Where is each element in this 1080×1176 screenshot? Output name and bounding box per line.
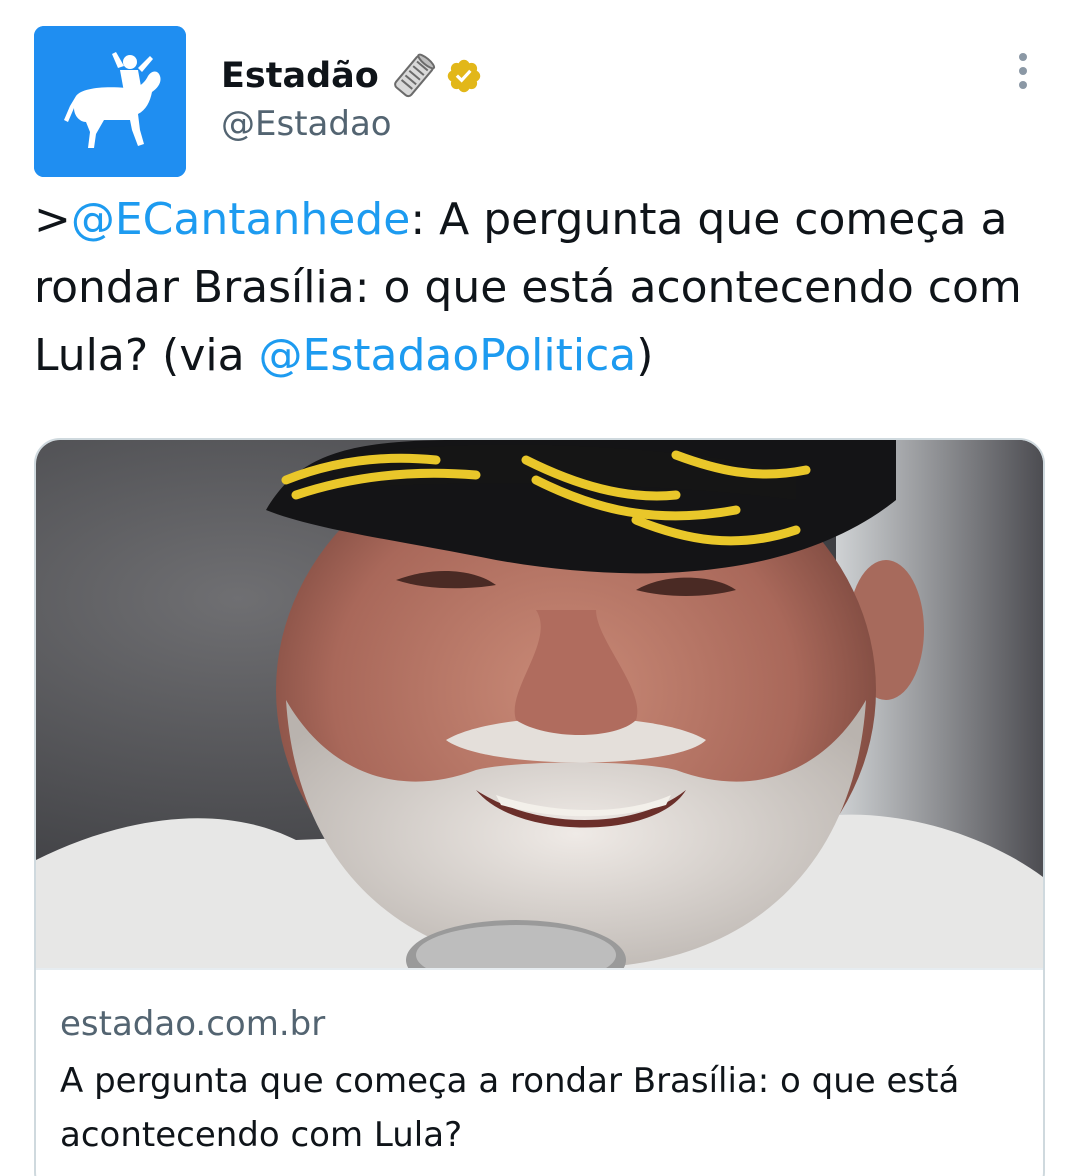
photo-of-man-in-cap — [36, 440, 1043, 968]
mention-ecantanhede[interactable]: @ECantanhede — [71, 194, 410, 245]
card-image[interactable] — [36, 440, 1043, 968]
horse-rider-logo-icon — [34, 26, 186, 177]
tweet-prefix: > — [34, 194, 71, 245]
author-name-row[interactable]: Estadão — [221, 50, 483, 102]
author-display-name[interactable]: Estadão — [221, 56, 379, 96]
rolled-newspaper-icon — [391, 53, 437, 99]
tweet-text: >@ECantanhede: A pergunta que começa a r… — [34, 186, 1044, 390]
mention-estadaopolitica[interactable]: @EstadaoPolitica — [259, 330, 637, 381]
card-divider — [36, 968, 1043, 970]
tweet-closing: ) — [636, 330, 654, 381]
author-handle[interactable]: @Estadao — [221, 104, 392, 144]
author-avatar[interactable] — [34, 26, 186, 177]
verified-gold-badge-icon[interactable] — [445, 57, 483, 95]
more-vertical-icon[interactable] — [1008, 50, 1038, 92]
card-title[interactable]: A pergunta que começa a rondar Brasília:… — [60, 1054, 1020, 1162]
link-preview-card[interactable]: estadao.com.br A pergunta que começa a r… — [34, 438, 1045, 1176]
tweet[interactable]: Estadão @Estadao >@ECantanhede: A pergun… — [0, 0, 1080, 1176]
card-domain[interactable]: estadao.com.br — [60, 1004, 325, 1044]
